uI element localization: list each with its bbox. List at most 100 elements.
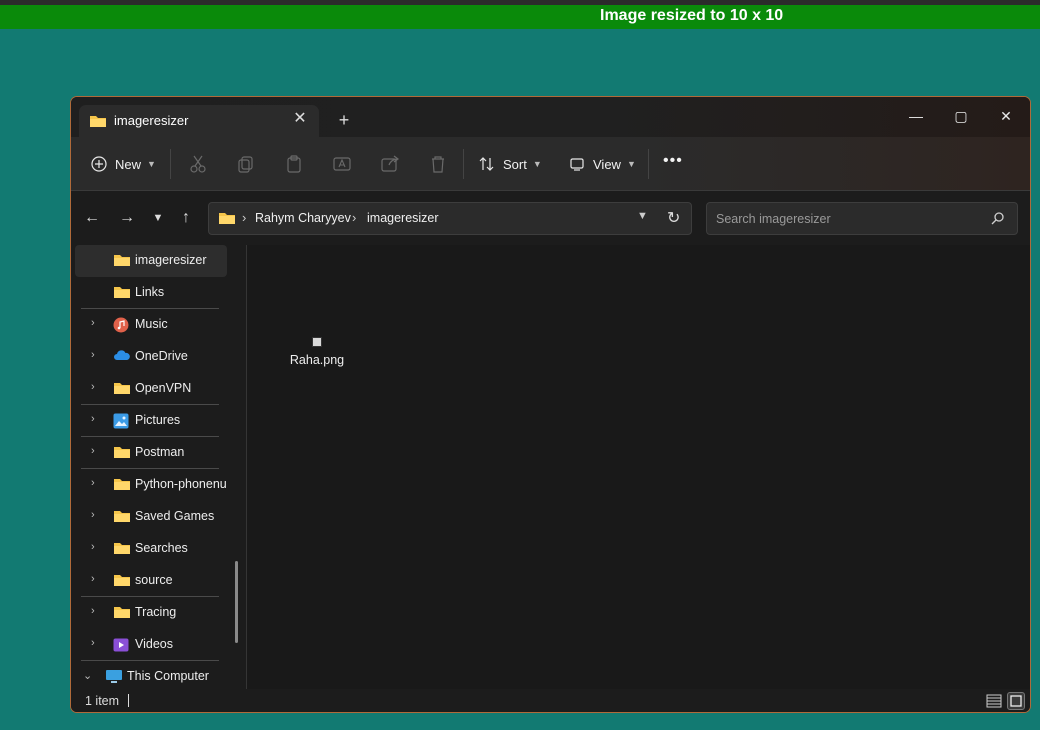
back-arrow-icon[interactable]: ← — [81, 207, 103, 229]
sidebar-item-imageresizer[interactable]: imageresizer — [75, 245, 227, 277]
new-button[interactable]: New ▼ — [91, 149, 156, 179]
banner-text: Image resized to 10 x 10 — [600, 7, 784, 24]
computer-icon — [106, 670, 122, 683]
expand-chevron-icon[interactable]: › — [91, 605, 95, 617]
title-bar: imageresizer ✕ + — ▢ ✕ — [71, 97, 1030, 137]
search-box[interactable]: Search imageresizer — [706, 202, 1018, 235]
sidebar-item-label: imageresizer — [135, 253, 207, 267]
sidebar-item-tracing[interactable]: › Tracing — [75, 597, 227, 629]
sidebar-item-label: Links — [135, 285, 165, 299]
file-list-area: Raha.png — [247, 245, 1030, 689]
folder-icon — [114, 479, 130, 490]
recent-locations-chevron-icon[interactable]: ▼ — [147, 207, 169, 229]
folder-icon — [114, 255, 130, 266]
copy-icon[interactable] — [235, 153, 257, 175]
sidebar-item-openvpn[interactable]: › OpenVPN — [75, 373, 227, 405]
chevron-down-icon: ▼ — [626, 159, 636, 169]
up-arrow-icon[interactable]: ↑ — [175, 207, 197, 229]
sidebar-item-source[interactable]: › source — [75, 565, 227, 597]
status-separator — [128, 694, 129, 707]
pictures-icon — [113, 413, 129, 429]
sidebar-item-label: source — [135, 573, 173, 587]
sidebar-item-label: Videos — [135, 637, 173, 651]
status-bar: 1 item — [71, 689, 1030, 712]
view-label: View — [593, 156, 621, 172]
expand-chevron-icon[interactable]: › — [91, 573, 95, 585]
sidebar-item-label: Searches — [135, 541, 188, 555]
collapse-chevron-icon[interactable]: ⌄ — [83, 669, 92, 682]
breadcrumb-rahym-charyyev[interactable]: Rahym Charyyev — [255, 211, 351, 225]
expand-chevron-icon[interactable]: › — [91, 413, 95, 425]
folder-icon — [114, 447, 130, 458]
breadcrumb-separator-icon: › — [242, 210, 247, 225]
chevron-down-icon: ▼ — [147, 159, 156, 169]
sort-icon — [479, 157, 494, 171]
sidebar-item-label: OneDrive — [135, 349, 188, 363]
notification-banner: Image resized to 10 x 10 — [0, 5, 1040, 29]
new-tab-button[interactable]: + — [333, 109, 355, 131]
expand-chevron-icon[interactable]: › — [91, 445, 95, 457]
expand-chevron-icon[interactable]: › — [91, 381, 95, 393]
divider — [648, 149, 649, 179]
details-view-icon — [986, 694, 1002, 708]
large-icons-view-button[interactable] — [1007, 692, 1025, 710]
expand-chevron-icon[interactable]: › — [91, 317, 95, 329]
navigation-pane: imageresizer Links › Music › OneDrive › … — [71, 245, 229, 689]
details-view-button[interactable] — [985, 692, 1003, 710]
sidebar-scrollbar[interactable] — [235, 561, 238, 643]
sidebar-item-python-phonenu[interactable]: › Python-phonenu — [75, 469, 227, 501]
minimize-button[interactable]: — — [893, 101, 939, 131]
folder-icon — [114, 607, 130, 618]
tab-label: imageresizer — [114, 113, 189, 128]
sidebar-item-postman[interactable]: › Postman — [75, 437, 227, 469]
expand-chevron-icon[interactable]: › — [91, 477, 95, 489]
rename-icon[interactable] — [331, 153, 353, 175]
videos-icon — [113, 638, 129, 652]
folder-icon — [114, 543, 130, 554]
view-icon — [570, 158, 584, 171]
address-bar[interactable]: › Rahym Charyyev › imageresizer ▼ ↻ — [208, 202, 692, 235]
image-thumbnail — [312, 337, 322, 347]
sidebar-item-this-computer[interactable]: ⌄ This Computer — [75, 661, 227, 689]
maximize-button[interactable]: ▢ — [938, 101, 984, 131]
item-count: 1 item — [85, 694, 120, 708]
refresh-icon[interactable]: ↻ — [667, 208, 680, 228]
sidebar-item-pictures[interactable]: › Pictures — [75, 405, 227, 437]
forward-arrow-icon[interactable]: → — [116, 207, 138, 229]
expand-chevron-icon[interactable]: › — [91, 541, 95, 553]
file-item[interactable]: Raha.png — [287, 333, 347, 367]
breadcrumb-separator-icon: › — [352, 210, 357, 225]
view-button[interactable]: View ▼ — [569, 149, 636, 179]
sidebar-item-onedrive[interactable]: › OneDrive — [75, 341, 227, 373]
sidebar-item-music[interactable]: › Music — [75, 309, 227, 341]
sidebar-item-label: Tracing — [135, 605, 177, 619]
paste-icon[interactable] — [283, 153, 305, 175]
cloud-icon — [114, 350, 130, 360]
share-icon[interactable] — [379, 153, 401, 175]
sidebar-item-saved-games[interactable]: › Saved Games — [75, 501, 227, 533]
tab-imageresizer[interactable]: imageresizer ✕ — [79, 105, 319, 137]
expand-chevron-icon[interactable]: › — [91, 637, 95, 649]
sidebar-item-links[interactable]: Links — [75, 277, 227, 309]
sidebar-item-videos[interactable]: › Videos — [75, 629, 227, 661]
sort-button[interactable]: Sort ▼ — [479, 149, 542, 179]
expand-chevron-icon[interactable]: › — [91, 509, 95, 521]
sidebar-item-searches[interactable]: › Searches — [75, 533, 227, 565]
breadcrumb-imageresizer[interactable]: imageresizer — [367, 211, 439, 225]
new-label: New — [115, 156, 142, 172]
address-dropdown-icon[interactable]: ▼ — [637, 210, 648, 222]
sidebar-item-label: Music — [135, 317, 168, 331]
sidebar-item-label: OpenVPN — [135, 381, 192, 395]
delete-icon[interactable] — [427, 153, 449, 175]
sidebar-item-label: Python-phonenu — [135, 477, 227, 491]
close-button[interactable]: ✕ — [983, 101, 1029, 131]
large-icons-view-icon — [1010, 695, 1022, 707]
sidebar-item-label: Saved Games — [135, 509, 215, 523]
command-bar: New ▼ Sort ▼ View ▼ ••• — [71, 137, 1030, 191]
close-tab-icon[interactable]: ✕ — [289, 108, 311, 130]
more-options-button[interactable]: ••• — [663, 153, 683, 169]
cut-icon[interactable] — [187, 153, 209, 175]
sidebar-item-label: Pictures — [135, 413, 181, 427]
expand-chevron-icon[interactable]: › — [91, 349, 95, 361]
file-name: Raha.png — [289, 353, 345, 367]
